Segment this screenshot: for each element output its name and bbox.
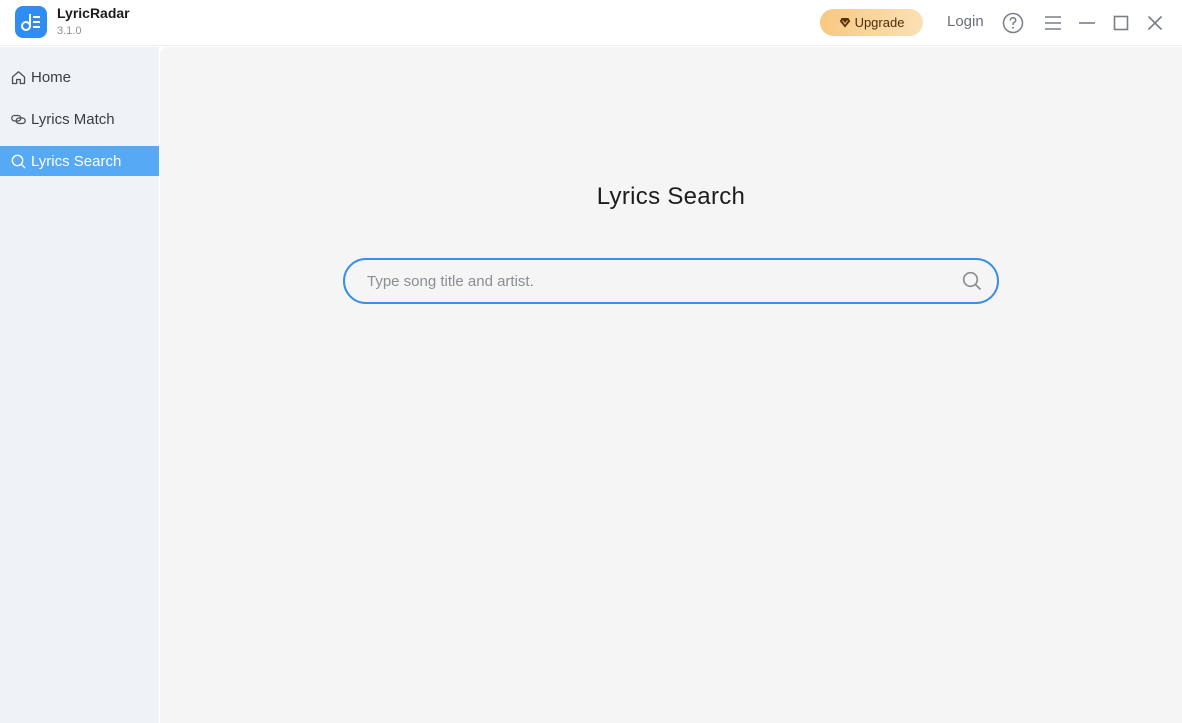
home-icon — [11, 70, 26, 84]
search-icon — [962, 271, 982, 291]
login-link[interactable]: Login — [947, 13, 984, 30]
sidebar-item-label: Home — [31, 68, 72, 86]
minimize-icon[interactable] — [1075, 11, 1099, 35]
sidebar-item-lyrics-search[interactable]: Lyrics Search — [0, 146, 159, 176]
sidebar-item-label: Lyrics Search — [31, 152, 122, 170]
search-box — [343, 258, 999, 304]
maximize-icon[interactable] — [1109, 11, 1133, 35]
upgrade-button[interactable]: Upgrade — [820, 9, 923, 36]
sidebar-item-home[interactable]: Home — [0, 62, 159, 92]
app-name: LyricRadar — [57, 5, 130, 21]
search-button[interactable] — [961, 270, 983, 292]
close-icon[interactable] — [1143, 11, 1167, 35]
diamond-heart-icon — [839, 18, 850, 28]
page-title: Lyrics Search — [596, 183, 746, 210]
title-bar: LyricRadar 3.1.0 Upgrade Login — [0, 0, 1182, 46]
search-icon — [11, 154, 26, 168]
search-input[interactable] — [367, 260, 937, 302]
link-icon — [11, 114, 26, 124]
menu-icon[interactable] — [1041, 11, 1065, 35]
upgrade-label: Upgrade — [854, 15, 905, 30]
help-icon[interactable] — [1001, 11, 1025, 35]
sidebar: Home Lyrics Match Lyrics Search — [0, 47, 159, 723]
app-version: 3.1.0 — [57, 25, 82, 37]
sidebar-item-label: Lyrics Match — [31, 110, 115, 128]
app-logo-icon — [15, 6, 47, 38]
sidebar-item-lyrics-match[interactable]: Lyrics Match — [0, 104, 159, 134]
main-panel: Lyrics Search — [160, 47, 1182, 723]
